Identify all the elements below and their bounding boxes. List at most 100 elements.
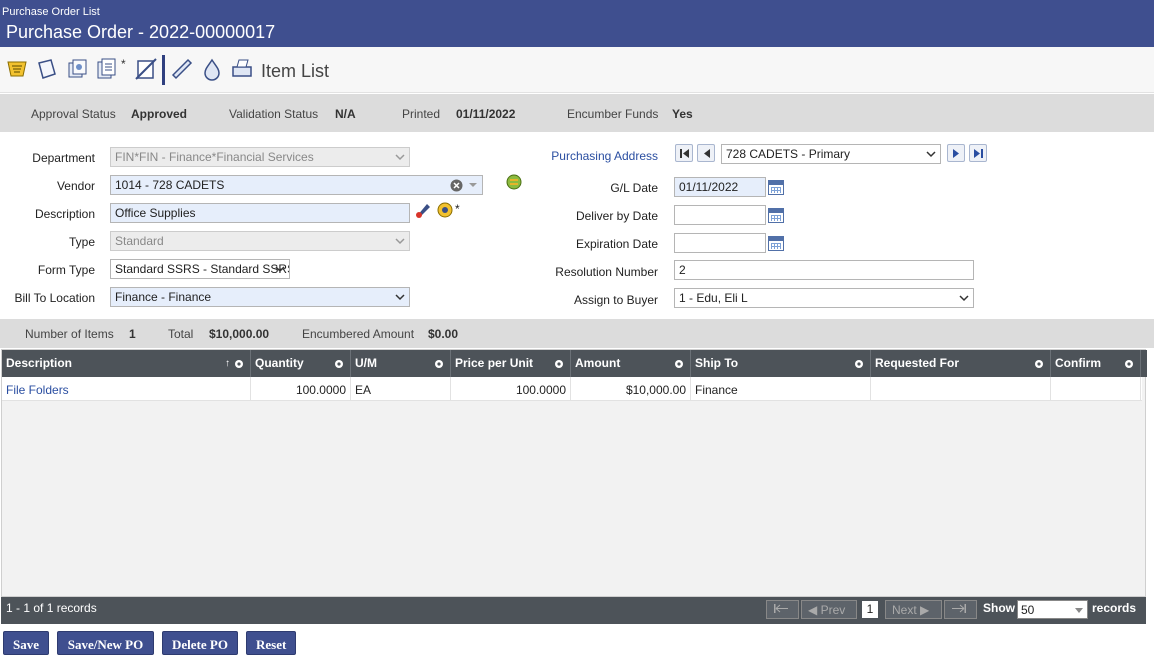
breadcrumb[interactable]: Purchase Order List <box>2 6 100 18</box>
item-description-link[interactable]: File Folders <box>2 377 251 401</box>
description-label: Description <box>34 207 95 221</box>
description-input[interactable]: Office Supplies <box>110 203 410 223</box>
attachments-icon[interactable] <box>65 57 89 81</box>
prev-page-button[interactable]: ◀ Prev <box>801 600 857 619</box>
purchasing-address-select[interactable]: 728 CADETS - Primary <box>721 144 941 164</box>
column-header-ship-to[interactable]: Ship To <box>691 350 871 377</box>
table-row[interactable]: File Folders 100.0000 EA 100.0000 $10,00… <box>2 377 1142 401</box>
item-requested-for <box>871 377 1051 401</box>
assign-to-buyer-label: Assign to Buyer <box>573 293 658 307</box>
print-icon[interactable] <box>230 57 254 81</box>
previous-address-button[interactable] <box>697 144 715 162</box>
next-label: Next <box>892 603 917 617</box>
vendor-combobox[interactable]: 1014 - 728 CADETS <box>110 175 483 195</box>
gl-date-value: 01/11/2022 <box>679 180 739 194</box>
next-icon <box>953 149 959 158</box>
type-value: Standard <box>115 234 164 248</box>
column-header-quantity[interactable]: Quantity <box>251 350 351 377</box>
encumbered-amount-value: $0.00 <box>428 327 459 341</box>
gear-icon[interactable] <box>434 359 444 369</box>
document-icon[interactable] <box>35 57 59 81</box>
gear-icon[interactable] <box>554 359 564 369</box>
resolution-number-input[interactable]: 2 <box>674 260 974 280</box>
expiration-date-input[interactable] <box>674 233 766 253</box>
column-header-requested-for[interactable]: Requested For <box>871 350 1051 377</box>
department-select[interactable]: FIN*FIN - Finance*Financial Services <box>110 147 410 167</box>
encumber-funds-label: Encumber Funds <box>567 107 659 121</box>
gear-icon[interactable] <box>234 359 244 369</box>
purchasing-address-value: 728 CADETS - Primary <box>726 147 851 161</box>
chevron-down-icon[interactable] <box>468 180 478 190</box>
first-address-button[interactable] <box>675 144 693 162</box>
calendar-icon[interactable] <box>768 180 784 195</box>
grid-header: Description ↑ Quantity U/M Price per Uni… <box>2 350 1147 377</box>
gear-icon[interactable] <box>1124 359 1134 369</box>
column-title: Requested For <box>875 356 960 370</box>
gear-icon[interactable] <box>674 359 684 369</box>
copy-icon[interactable] <box>95 57 119 81</box>
column-title: Ship To <box>695 356 739 370</box>
form-type-select[interactable]: Standard SSRS - Standard SSRS <box>110 259 290 279</box>
item-quantity: 100.0000 <box>251 377 351 401</box>
page-size-select[interactable]: 50 <box>1017 600 1088 619</box>
save-new-po-button[interactable]: Save/New PO <box>57 631 154 655</box>
calendar-icon[interactable] <box>768 208 784 223</box>
chevron-down-icon <box>1075 608 1083 613</box>
item-amount: $10,000.00 <box>571 377 691 401</box>
chevron-down-icon <box>959 295 969 302</box>
gear-icon[interactable] <box>854 359 864 369</box>
type-select[interactable]: Standard <box>110 231 410 251</box>
calendar-icon[interactable] <box>768 236 784 251</box>
delete-po-button[interactable]: Delete PO <box>162 631 238 655</box>
column-header-amount[interactable]: Amount <box>571 350 691 377</box>
item-ship-to: Finance <box>691 377 871 401</box>
encumber-funds-value: Yes <box>672 107 693 121</box>
printed-value: 01/11/2022 <box>456 107 516 121</box>
required-star: * <box>455 202 460 216</box>
deliver-by-date-label: Deliver by Date <box>575 209 658 223</box>
gl-date-input[interactable]: 01/11/2022 <box>674 177 766 197</box>
purchasing-address-link[interactable]: Purchasing Address <box>500 149 658 163</box>
current-page[interactable]: 1 <box>862 601 878 618</box>
first-icon <box>680 149 689 158</box>
column-title: Amount <box>575 356 621 370</box>
chevron-down-icon <box>395 154 405 161</box>
bill-to-location-select[interactable]: Finance - Finance <box>110 287 410 307</box>
approval-status-value: Approved <box>131 107 188 121</box>
item-list-link[interactable]: Item List <box>261 61 329 82</box>
sort-ascending-icon[interactable]: ↑ <box>225 358 230 369</box>
notes-icon[interactable] <box>436 201 454 219</box>
save-button[interactable]: Save <box>3 631 49 655</box>
encumber-icon[interactable] <box>200 57 224 81</box>
deliver-by-date-input[interactable] <box>674 205 766 225</box>
chevron-down-icon <box>395 294 405 301</box>
records-label: records <box>1092 601 1137 615</box>
chevron-down-icon <box>275 266 285 273</box>
first-page-icon <box>774 604 788 613</box>
form-type-value: Standard SSRS - Standard SSRS <box>115 262 290 276</box>
list-icon[interactable] <box>5 57 29 81</box>
cancel-document-icon[interactable] <box>134 57 158 81</box>
last-address-button[interactable] <box>969 144 987 162</box>
grid-pager: 1 - 1 of 1 records ◀ Prev 1 Next ▶ Show … <box>1 597 1146 624</box>
gear-icon[interactable] <box>334 359 344 369</box>
column-header-confirm[interactable]: Confirm <box>1051 350 1141 377</box>
form-type-label: Form Type <box>37 263 95 277</box>
column-header-description[interactable]: Description ↑ <box>2 350 251 377</box>
resolution-number-value: 2 <box>679 263 686 277</box>
next-address-button[interactable] <box>947 144 965 162</box>
next-page-button[interactable]: Next ▶ <box>885 600 942 619</box>
column-header-um[interactable]: U/M <box>351 350 451 377</box>
reset-button[interactable]: Reset <box>246 631 296 655</box>
gear-icon[interactable] <box>1034 359 1044 369</box>
last-page-button[interactable] <box>944 600 977 619</box>
assign-to-buyer-select[interactable]: 1 - Edu, Eli L <box>674 288 974 308</box>
first-page-button[interactable] <box>766 600 799 619</box>
column-header-price-per-unit[interactable]: Price per Unit <box>451 350 571 377</box>
approve-icon[interactable] <box>170 57 194 81</box>
validation-status-label: Validation Status <box>229 107 319 121</box>
spell-check-icon[interactable] <box>414 201 432 219</box>
summary-bar: Number of Items 1 Total $10,000.00 Encum… <box>0 319 1154 348</box>
toolbar: * Item List <box>0 47 1154 93</box>
clear-icon[interactable] <box>450 179 463 192</box>
